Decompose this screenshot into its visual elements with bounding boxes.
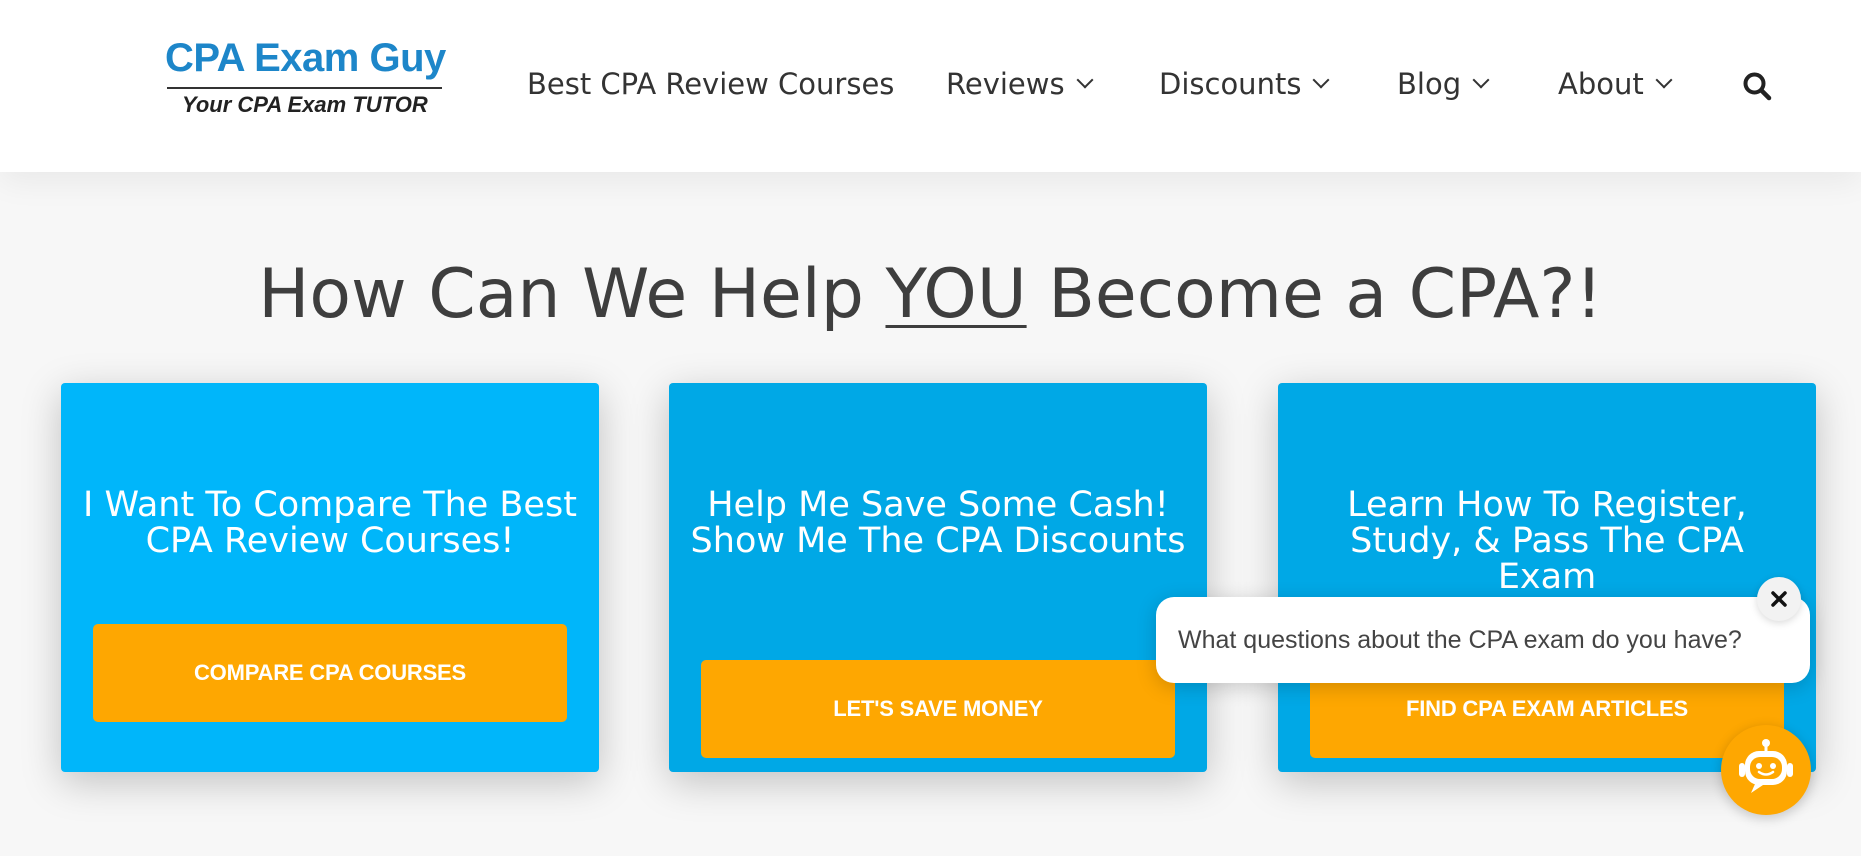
chevron-down-icon xyxy=(1312,71,1330,89)
nav-item-label: Reviews xyxy=(946,67,1065,101)
nav-item-discounts[interactable]: Discounts xyxy=(1159,62,1330,106)
chevron-down-icon xyxy=(1655,71,1673,89)
logo-divider xyxy=(167,87,442,89)
chevron-down-icon xyxy=(1076,71,1094,89)
card-heading: Help Me Save Some Cash! Show Me The CPA … xyxy=(690,485,1186,561)
card-cpa-exam-articles: Learn How To Register, Study, & Pass The… xyxy=(1278,383,1816,772)
page-title-before: How Can We Help xyxy=(258,255,886,334)
card-save-money: Help Me Save Some Cash! Show Me The CPA … xyxy=(669,383,1207,772)
chat-prompt-text: What questions about the CPA exam do you… xyxy=(1178,625,1742,654)
chat-prompt-bubble[interactable]: What questions about the CPA exam do you… xyxy=(1156,597,1810,683)
nav-item-label: About xyxy=(1558,67,1644,101)
site-logo[interactable]: CPA Exam Guy Your CPA Exam TUTOR xyxy=(165,36,450,126)
chatbot-icon[interactable] xyxy=(1721,725,1811,815)
nav-item-label: Discounts xyxy=(1159,67,1302,101)
search-icon[interactable] xyxy=(1742,71,1772,101)
nav-item-blog[interactable]: Blog xyxy=(1397,62,1490,106)
page: CPA Exam Guy Your CPA Exam TUTOR Best CP… xyxy=(0,0,1861,856)
card-compare-courses: I Want To Compare The Best CPA Review Co… xyxy=(61,383,599,772)
nav-item-label: Blog xyxy=(1397,67,1462,101)
logo-tagline: Your CPA Exam TUTOR xyxy=(182,92,428,117)
nav-item-label: Best CPA Review Courses xyxy=(527,67,895,101)
nav-item-reviews[interactable]: Reviews xyxy=(946,62,1094,106)
nav-item-about[interactable]: About xyxy=(1558,62,1673,106)
compare-cpa-courses-button[interactable]: COMPARE CPA COURSES xyxy=(93,624,567,722)
page-title-emphasis: YOU xyxy=(885,255,1027,334)
logo-title: CPA Exam Guy xyxy=(165,36,446,80)
card-heading: Learn How To Register, Study, & Pass The… xyxy=(1347,485,1747,597)
nav-item-best-cpa-review-courses[interactable]: Best CPA Review Courses xyxy=(527,62,894,106)
page-title-after: Become a CPA?! xyxy=(1026,255,1603,334)
chevron-down-icon xyxy=(1472,71,1490,89)
site-header: CPA Exam Guy Your CPA Exam TUTOR Best CP… xyxy=(0,0,1861,172)
card-heading: I Want To Compare The Best CPA Review Co… xyxy=(83,485,577,561)
close-icon[interactable] xyxy=(1757,577,1801,621)
lets-save-money-button[interactable]: LET'S SAVE MONEY xyxy=(701,660,1175,758)
page-title: How Can We Help YOU Become a CPA?! xyxy=(0,250,1861,340)
